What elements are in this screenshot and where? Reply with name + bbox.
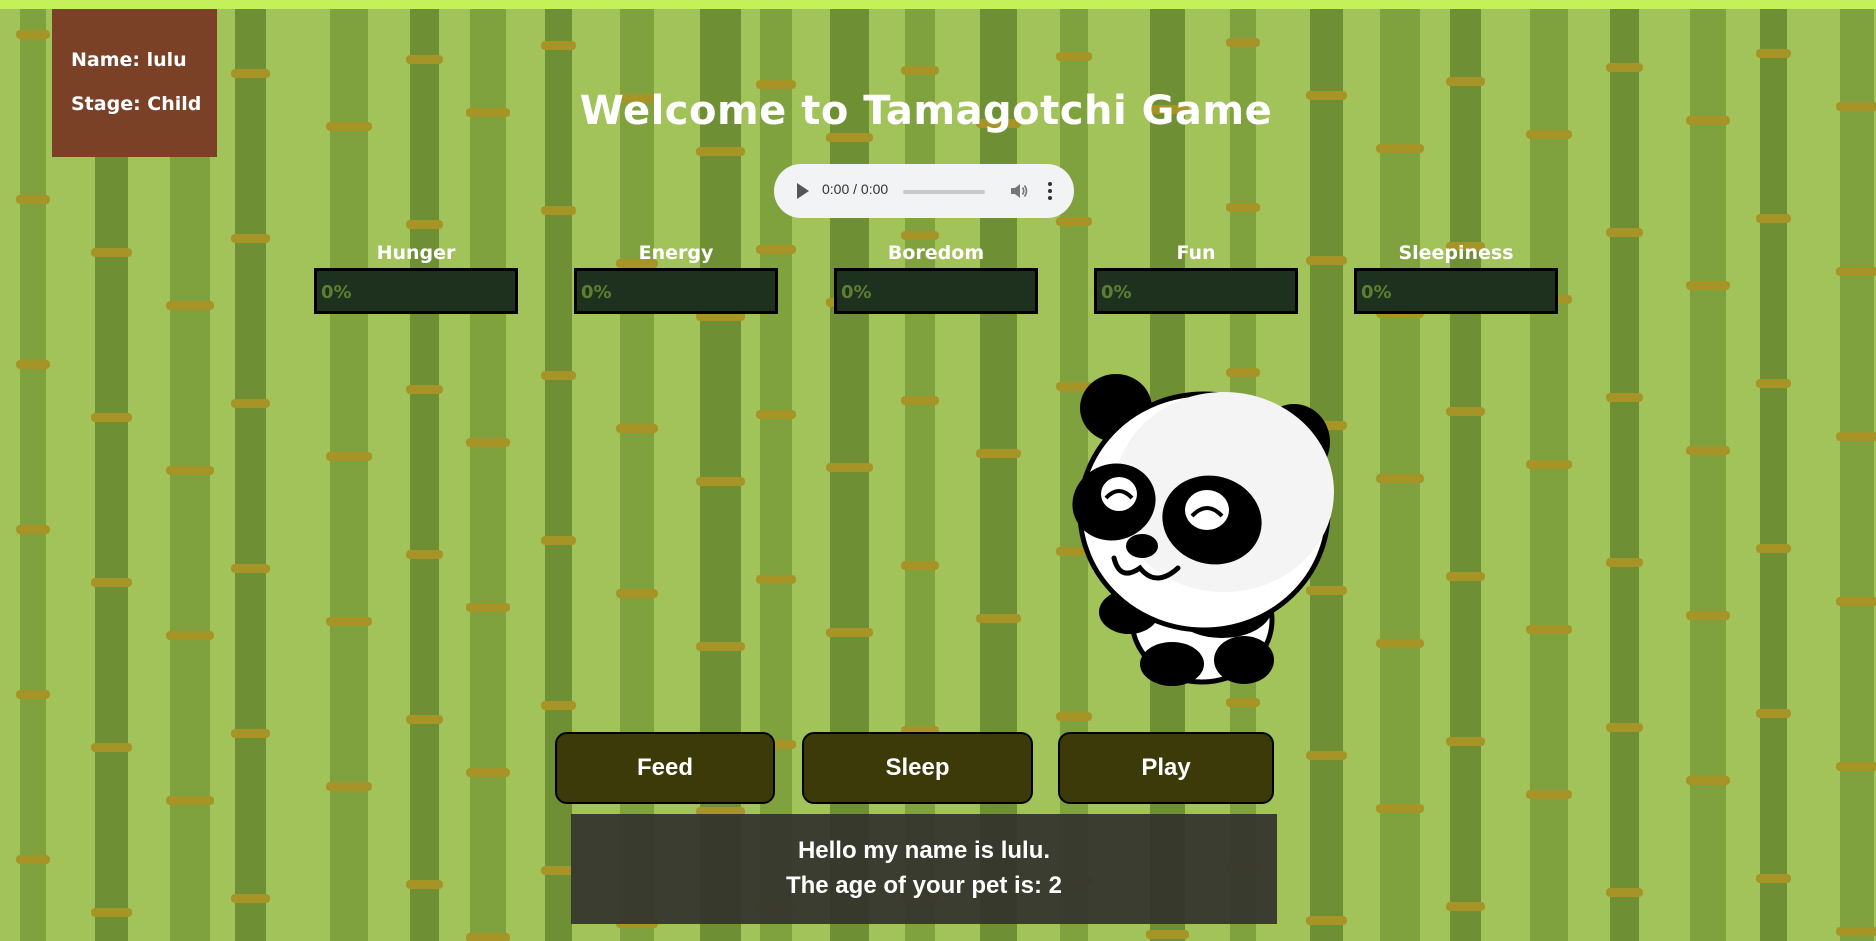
fun-value: 0% [1101, 282, 1132, 303]
age-text: The age of your pet is: 2 [785, 872, 1063, 899]
boredom-value: 0% [841, 282, 872, 303]
stat-hunger: Hunger 0% [311, 242, 521, 314]
feed-button[interactable]: Feed [555, 732, 775, 804]
stat-label: Boredom [887, 242, 985, 264]
stat-label: Sleepiness [1398, 242, 1514, 264]
page-title: Welcome to Tamagotchi Game [579, 88, 1273, 134]
sleep-button[interactable]: Sleep [802, 732, 1033, 804]
stat-label: Fun [1176, 242, 1216, 264]
stat-label: Hunger [376, 242, 456, 264]
panda-pet[interactable] [1054, 372, 1354, 692]
sleepiness-bar: 0% [1354, 268, 1558, 314]
hunger-bar: 0% [314, 268, 518, 314]
top-accent-line [0, 0, 1876, 9]
pet-name: Name: lulu [71, 49, 187, 71]
energy-value: 0% [581, 282, 612, 303]
pet-info-box: Name: lulu Stage: Child [52, 9, 217, 157]
greeting-text: Hello my name is lulu. [797, 837, 1051, 864]
play-button[interactable]: Play [1058, 732, 1274, 804]
fun-bar: 0% [1094, 268, 1298, 314]
more-vert-icon[interactable] [1047, 181, 1053, 201]
play-icon[interactable] [797, 183, 809, 199]
energy-bar: 0% [574, 268, 778, 314]
stat-label: Energy [638, 242, 714, 264]
stat-fun: Fun 0% [1091, 242, 1301, 314]
volume-icon[interactable] [1009, 182, 1029, 200]
stat-boredom: Boredom 0% [831, 242, 1041, 314]
stat-energy: Energy 0% [571, 242, 781, 314]
sleepiness-value: 0% [1361, 282, 1392, 303]
stat-sleepiness: Sleepiness 0% [1351, 242, 1561, 314]
hunger-value: 0% [321, 282, 352, 303]
pet-message-box: Hello my name is lulu. The age of your p… [571, 814, 1277, 924]
boredom-bar: 0% [834, 268, 1038, 314]
audio-time: 0:00 / 0:00 [822, 181, 889, 197]
audio-player[interactable]: 0:00 / 0:00 [774, 164, 1074, 218]
audio-seek-bar[interactable] [903, 190, 985, 194]
